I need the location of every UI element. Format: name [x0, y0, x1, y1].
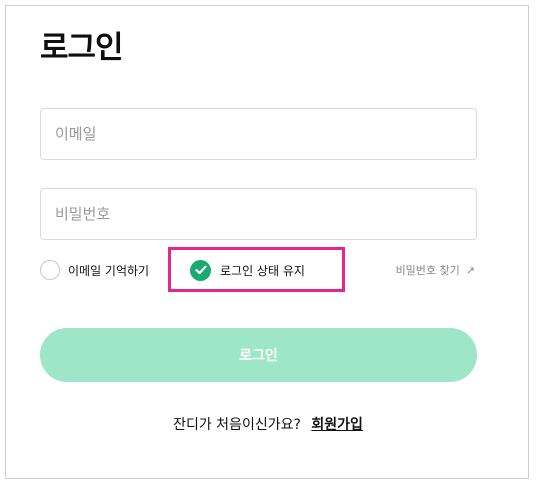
login-options-row: 이메일 기억하기 로그인 상태 유지 비밀번호 찾기 ↗: [40, 256, 477, 284]
checkmark-icon: [194, 265, 207, 275]
email-input[interactable]: [41, 109, 476, 159]
keep-logged-in-checkbox[interactable]: [190, 259, 211, 281]
keep-logged-in-label: 로그인 상태 유지: [220, 263, 305, 278]
find-password-label: 비밀번호 찾기: [395, 264, 460, 277]
remember-email-option[interactable]: 이메일 기억하기: [40, 256, 149, 284]
signup-prompt: 잔디가 처음이신가요?: [173, 417, 301, 433]
signup-row: 잔디가 처음이신가요? 회원가입: [0, 414, 536, 434]
page-title: 로그인: [40, 30, 124, 66]
login-button[interactable]: 로그인: [40, 328, 477, 382]
remember-email-label: 이메일 기억하기: [68, 263, 150, 278]
arrow-up-right-icon: ↗: [465, 263, 475, 277]
login-panel: [5, 5, 529, 479]
password-input[interactable]: [41, 189, 476, 239]
email-field[interactable]: [40, 108, 477, 160]
password-field[interactable]: [40, 188, 477, 240]
signup-link[interactable]: 회원가입: [311, 417, 363, 433]
keep-logged-in-option[interactable]: 로그인 상태 유지: [190, 256, 305, 284]
remember-email-checkbox[interactable]: [40, 260, 60, 280]
find-password-link[interactable]: 비밀번호 찾기 ↗: [396, 256, 475, 284]
